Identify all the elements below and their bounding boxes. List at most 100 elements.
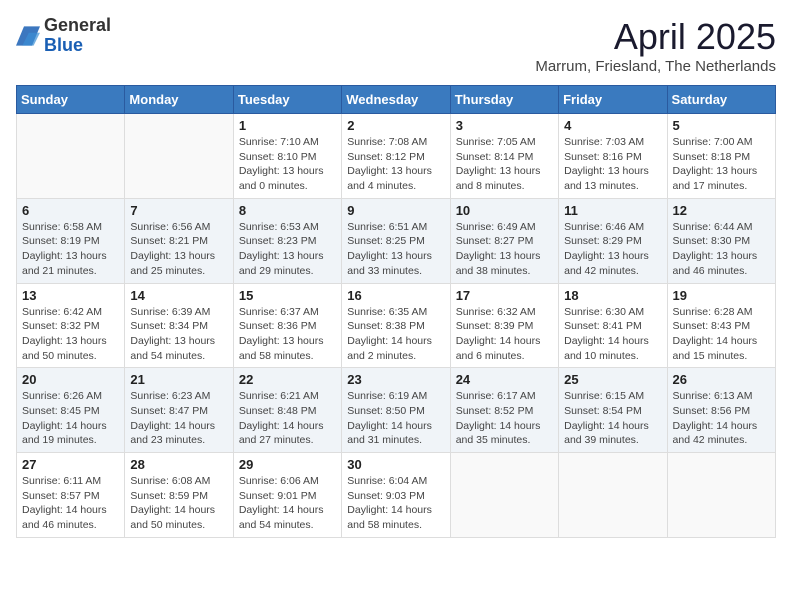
calendar-cell: 4 Sunrise: 7:03 AMSunset: 8:16 PMDaylight…	[559, 114, 667, 199]
day-info: Sunrise: 6:56 AMSunset: 8:21 PMDaylight:…	[130, 220, 227, 279]
logo-icon	[16, 26, 40, 46]
calendar-cell: 13 Sunrise: 6:42 AMSunset: 8:32 PMDayligh…	[17, 283, 125, 368]
calendar-cell: 22Sunrise: 6:21 AMSunset: 8:48 PMDayligh…	[233, 368, 341, 453]
day-number: 19	[673, 288, 770, 303]
calendar-cell: 15 Sunrise: 6:37 AMSunset: 8:36 PMDayligh…	[233, 283, 341, 368]
calendar-cell: 16 Sunrise: 6:35 AMSunset: 8:38 PMDayligh…	[342, 283, 450, 368]
calendar-week-row: 13 Sunrise: 6:42 AMSunset: 8:32 PMDayligh…	[17, 283, 776, 368]
day-number: 17	[456, 288, 553, 303]
day-info: Sunrise: 6:28 AMSunset: 8:43 PMDaylight:…	[673, 305, 770, 364]
day-info: Sunrise: 6:35 AMSunset: 8:38 PMDaylight:…	[347, 305, 444, 364]
day-number: 18	[564, 288, 661, 303]
day-number: 26	[673, 372, 770, 387]
day-info: Sunrise: 6:15 AMSunset: 8:54 PMDaylight:…	[564, 389, 661, 448]
calendar-cell: 7 Sunrise: 6:56 AMSunset: 8:21 PMDaylight…	[125, 198, 233, 283]
day-info: Sunrise: 6:39 AMSunset: 8:34 PMDaylight:…	[130, 305, 227, 364]
title-block: April 2025 Marrum, Friesland, The Nether…	[535, 16, 776, 75]
calendar-cell	[559, 453, 667, 538]
logo-blue-text: Blue	[44, 36, 111, 56]
calendar-cell: 21Sunrise: 6:23 AMSunset: 8:47 PMDayligh…	[125, 368, 233, 453]
calendar-cell	[17, 114, 125, 199]
day-info: Sunrise: 6:13 AMSunset: 8:56 PMDaylight:…	[673, 389, 770, 448]
day-info: Sunrise: 6:51 AMSunset: 8:25 PMDaylight:…	[347, 220, 444, 279]
day-number: 16	[347, 288, 444, 303]
calendar-table: SundayMondayTuesdayWednesdayThursdayFrid…	[16, 85, 776, 538]
calendar-cell: 28 Sunrise: 6:08 AMSunset: 8:59 PMDayligh…	[125, 453, 233, 538]
day-number: 12	[673, 203, 770, 218]
day-info: Sunrise: 6:49 AMSunset: 8:27 PMDaylight:…	[456, 220, 553, 279]
day-number: 27	[22, 457, 119, 472]
day-info: Sunrise: 6:19 AMSunset: 8:50 PMDaylight:…	[347, 389, 444, 448]
day-number: 14	[130, 288, 227, 303]
calendar-cell: 3Sunrise: 7:05 AMSunset: 8:14 PMDaylight…	[450, 114, 558, 199]
weekday-header-wednesday: Wednesday	[342, 86, 450, 114]
calendar-cell: 8Sunrise: 6:53 AMSunset: 8:23 PMDaylight…	[233, 198, 341, 283]
day-number: 15	[239, 288, 336, 303]
calendar-week-row: 27Sunrise: 6:11 AMSunset: 8:57 PMDayligh…	[17, 453, 776, 538]
calendar-cell: 5 Sunrise: 7:00 AMSunset: 8:18 PMDaylight…	[667, 114, 775, 199]
day-info: Sunrise: 6:06 AMSunset: 9:01 PMDaylight:…	[239, 474, 336, 533]
month-title: April 2025	[535, 16, 776, 58]
day-info: Sunrise: 6:42 AMSunset: 8:32 PMDaylight:…	[22, 305, 119, 364]
day-number: 25	[564, 372, 661, 387]
calendar-cell: 25 Sunrise: 6:15 AMSunset: 8:54 PMDayligh…	[559, 368, 667, 453]
day-number: 4	[564, 118, 661, 133]
day-info: Sunrise: 6:32 AMSunset: 8:39 PMDaylight:…	[456, 305, 553, 364]
weekday-header-friday: Friday	[559, 86, 667, 114]
calendar-cell: 27Sunrise: 6:11 AMSunset: 8:57 PMDayligh…	[17, 453, 125, 538]
day-info: Sunrise: 6:08 AMSunset: 8:59 PMDaylight:…	[130, 474, 227, 533]
day-number: 29	[239, 457, 336, 472]
weekday-header-sunday: Sunday	[17, 86, 125, 114]
day-number: 30	[347, 457, 444, 472]
day-number: 10	[456, 203, 553, 218]
day-number: 8	[239, 203, 336, 218]
day-info: Sunrise: 7:00 AMSunset: 8:18 PMDaylight:…	[673, 135, 770, 194]
day-number: 2	[347, 118, 444, 133]
day-number: 7	[130, 203, 227, 218]
calendar-week-row: 1 Sunrise: 7:10 AMSunset: 8:10 PMDaylight…	[17, 114, 776, 199]
calendar-cell: 18Sunrise: 6:30 AMSunset: 8:41 PMDayligh…	[559, 283, 667, 368]
calendar-cell: 9 Sunrise: 6:51 AMSunset: 8:25 PMDaylight…	[342, 198, 450, 283]
day-info: Sunrise: 6:04 AMSunset: 9:03 PMDaylight:…	[347, 474, 444, 533]
day-info: Sunrise: 6:21 AMSunset: 8:48 PMDaylight:…	[239, 389, 336, 448]
calendar-cell: 6 Sunrise: 6:58 AMSunset: 8:19 PMDaylight…	[17, 198, 125, 283]
weekday-header-saturday: Saturday	[667, 86, 775, 114]
day-number: 23	[347, 372, 444, 387]
calendar-cell	[667, 453, 775, 538]
calendar-cell: 20 Sunrise: 6:26 AMSunset: 8:45 PMDayligh…	[17, 368, 125, 453]
day-number: 20	[22, 372, 119, 387]
calendar-week-row: 6 Sunrise: 6:58 AMSunset: 8:19 PMDaylight…	[17, 198, 776, 283]
calendar-cell: 23 Sunrise: 6:19 AMSunset: 8:50 PMDayligh…	[342, 368, 450, 453]
location-title: Marrum, Friesland, The Netherlands	[535, 58, 776, 75]
calendar-cell	[450, 453, 558, 538]
calendar-cell: 1 Sunrise: 7:10 AMSunset: 8:10 PMDaylight…	[233, 114, 341, 199]
calendar-cell: 17 Sunrise: 6:32 AMSunset: 8:39 PMDayligh…	[450, 283, 558, 368]
day-info: Sunrise: 7:03 AMSunset: 8:16 PMDaylight:…	[564, 135, 661, 194]
weekday-header-row: SundayMondayTuesdayWednesdayThursdayFrid…	[17, 86, 776, 114]
weekday-header-thursday: Thursday	[450, 86, 558, 114]
day-number: 6	[22, 203, 119, 218]
day-info: Sunrise: 6:37 AMSunset: 8:36 PMDaylight:…	[239, 305, 336, 364]
day-number: 13	[22, 288, 119, 303]
day-info: Sunrise: 6:58 AMSunset: 8:19 PMDaylight:…	[22, 220, 119, 279]
day-info: Sunrise: 6:44 AMSunset: 8:30 PMDaylight:…	[673, 220, 770, 279]
day-number: 1	[239, 118, 336, 133]
logo-general-text: General	[44, 16, 111, 36]
calendar-cell: 19 Sunrise: 6:28 AMSunset: 8:43 PMDayligh…	[667, 283, 775, 368]
day-number: 9	[347, 203, 444, 218]
day-number: 5	[673, 118, 770, 133]
calendar-cell: 24 Sunrise: 6:17 AMSunset: 8:52 PMDayligh…	[450, 368, 558, 453]
weekday-header-monday: Monday	[125, 86, 233, 114]
day-info: Sunrise: 6:26 AMSunset: 8:45 PMDaylight:…	[22, 389, 119, 448]
calendar-cell: 10 Sunrise: 6:49 AMSunset: 8:27 PMDayligh…	[450, 198, 558, 283]
day-info: Sunrise: 7:05 AMSunset: 8:14 PMDaylight:…	[456, 135, 553, 194]
calendar-week-row: 20 Sunrise: 6:26 AMSunset: 8:45 PMDayligh…	[17, 368, 776, 453]
calendar-cell: 29 Sunrise: 6:06 AMSunset: 9:01 PMDayligh…	[233, 453, 341, 538]
day-number: 24	[456, 372, 553, 387]
weekday-header-tuesday: Tuesday	[233, 86, 341, 114]
day-info: Sunrise: 6:17 AMSunset: 8:52 PMDaylight:…	[456, 389, 553, 448]
day-info: Sunrise: 6:23 AMSunset: 8:47 PMDaylight:…	[130, 389, 227, 448]
day-number: 28	[130, 457, 227, 472]
calendar-cell: 11Sunrise: 6:46 AMSunset: 8:29 PMDayligh…	[559, 198, 667, 283]
day-info: Sunrise: 7:10 AMSunset: 8:10 PMDaylight:…	[239, 135, 336, 194]
